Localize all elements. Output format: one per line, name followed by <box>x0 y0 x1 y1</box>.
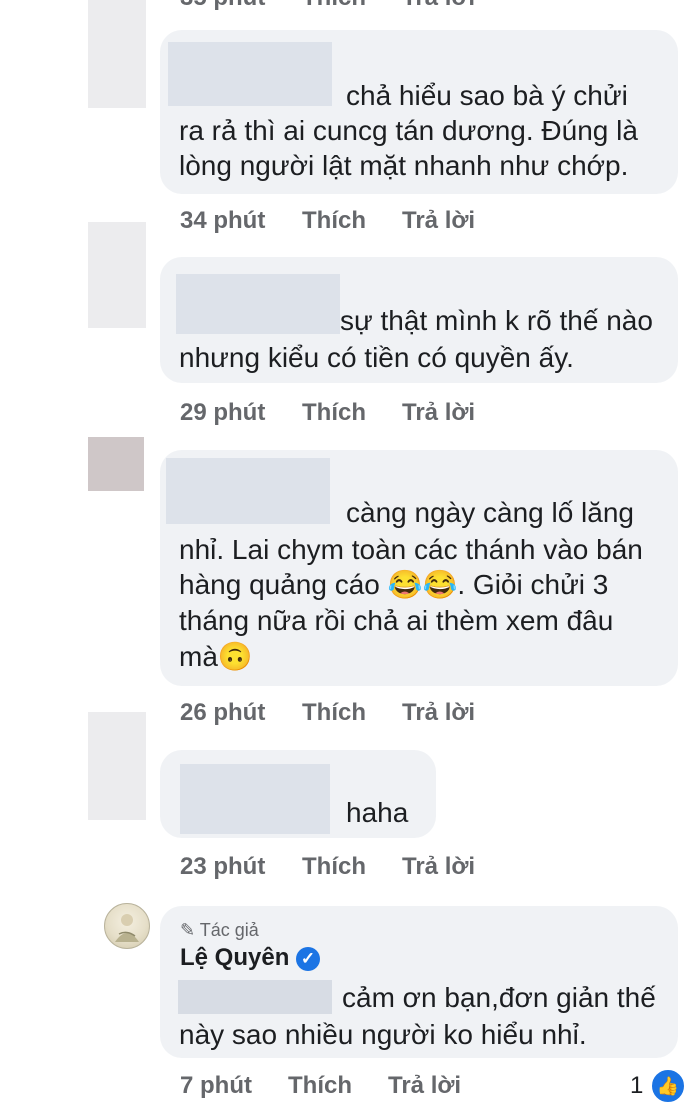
comment-text-line: tháng nữa rồi chả ai thèm xem đâu <box>179 605 614 636</box>
like-link[interactable]: Thích <box>302 0 366 12</box>
comment-text-line: nhưng kiểu có tiền có quyền ấy. <box>179 342 574 373</box>
comment-text-line: này sao nhiều người ko hiểu nhỉ. <box>179 1019 587 1050</box>
redacted-username[interactable] <box>168 42 332 106</box>
comment-time: 23 phút <box>180 853 266 880</box>
reply-link[interactable]: Trả lời <box>402 699 475 727</box>
comment-time: 35 phút <box>180 0 265 12</box>
reply-link[interactable]: Trả lời <box>402 0 475 12</box>
reply-link[interactable]: Trả lời <box>402 399 475 427</box>
comment-text-line: ra rả thì ai cuncg tán dương. Đúng là <box>179 115 638 146</box>
comment-text-line: càng ngày càng lố lăng <box>346 497 634 528</box>
verified-badge-icon: ✓ <box>296 946 321 971</box>
comment-time: 34 phút <box>180 207 266 234</box>
comment-text-line: lòng người lật mặt nhanh như chớp. <box>179 150 629 181</box>
like-link[interactable]: Thích <box>302 399 366 427</box>
author-badge-label: Tác giả <box>199 920 259 940</box>
avatar-illustration-icon <box>115 914 139 942</box>
comment-text-line: nhỉ. Lai chym toàn các thánh vào bán <box>179 534 643 565</box>
redacted-username[interactable] <box>166 458 330 524</box>
pencil-icon: ✎ <box>180 920 196 940</box>
comment-time: 7 phút <box>180 1072 252 1099</box>
avatar[interactable] <box>88 437 144 491</box>
avatar[interactable] <box>88 222 146 328</box>
comment-text-line: haha <box>346 797 409 828</box>
comment-text-line: sự thật mình k rõ thế nào <box>340 305 653 336</box>
reply-link[interactable]: Trả lời <box>402 207 475 235</box>
redacted-username[interactable] <box>178 980 332 1014</box>
reaction-count[interactable]: 1 <box>630 1072 643 1100</box>
like-link[interactable]: Thích <box>302 699 366 727</box>
comment-text-line: hàng quảng cáo 😂😂. Giỏi chửi 3 <box>179 569 609 600</box>
reply-link[interactable]: Trả lời <box>388 1072 461 1100</box>
avatar[interactable] <box>88 712 146 820</box>
redacted-username[interactable] <box>176 274 340 334</box>
comment-time: 26 phút <box>180 699 266 726</box>
comment-time: 29 phút <box>180 399 266 426</box>
redacted-username[interactable] <box>180 764 330 834</box>
author-name-row: Lệ Quyên ✓ <box>180 944 321 972</box>
comment-text-line: mà🙃 <box>179 641 253 672</box>
avatar[interactable] <box>88 0 146 108</box>
like-link[interactable]: Thích <box>302 853 366 881</box>
comment-text-line: cảm ơn bạn,đơn giản thế <box>342 982 656 1013</box>
reply-link[interactable]: Trả lời <box>402 853 475 881</box>
like-reaction-icon[interactable]: 👍 <box>650 1068 686 1104</box>
author-avatar[interactable] <box>104 903 150 949</box>
author-badge: ✎ Tác giả <box>180 920 259 941</box>
like-link[interactable]: Thích <box>288 1072 352 1100</box>
comment-text-line: chả hiểu sao bà ý chửi <box>346 80 628 111</box>
author-name[interactable]: Lệ Quyên <box>180 944 289 971</box>
like-link[interactable]: Thích <box>302 207 366 235</box>
